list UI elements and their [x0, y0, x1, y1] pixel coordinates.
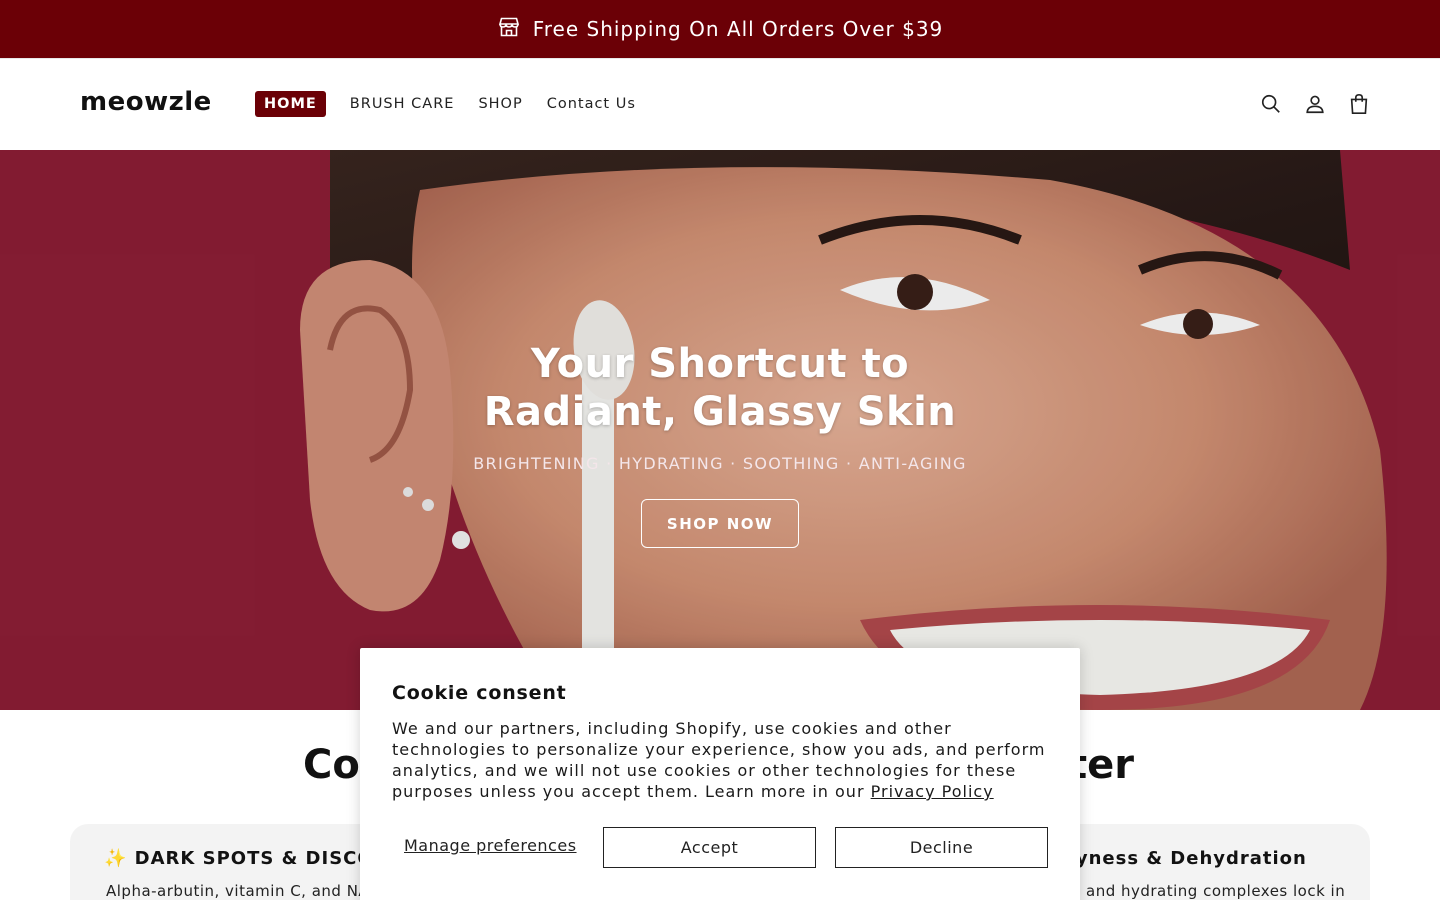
hero-text: Your Shortcut to Radiant, Glassy Skin BR… [0, 340, 1440, 473]
announcement-text: Free Shipping On All Orders Over $39 [532, 17, 944, 41]
account-icon[interactable] [1304, 91, 1326, 117]
decline-button[interactable]: Decline [835, 827, 1048, 868]
card-title-dark-spots: ✨ DARK SPOTS & DISCOLO [104, 848, 402, 869]
cookie-title: Cookie consent [392, 682, 567, 704]
card-title-dryness: ryness & Dehydration [1066, 848, 1307, 869]
cookie-consent-dialog: Cookie consent We and our partners, incl… [360, 648, 1080, 900]
hero-title: Your Shortcut to Radiant, Glassy Skin [0, 340, 1440, 436]
card-text-dryness: and hydrating complexes lock in [1086, 882, 1346, 900]
accept-button[interactable]: Accept [603, 827, 816, 868]
nav-item-brush-care[interactable]: BRUSH CARE [350, 96, 455, 112]
manage-preferences-link[interactable]: Manage preferences [404, 836, 577, 855]
store-icon [497, 15, 521, 44]
section-title-left: Co [303, 742, 360, 788]
hero-title-text: Your Shortcut to Radiant, Glassy Skin [483, 341, 957, 435]
hero-banner: Your Shortcut to Radiant, Glassy Skin BR… [0, 150, 1440, 710]
logo[interactable]: meowzle [80, 87, 212, 117]
shop-now-button[interactable]: SHOP NOW [641, 499, 799, 548]
cookie-text: We and our partners, including Shopify, … [392, 718, 1052, 802]
site-header: meowzle HOME BRUSH CARE SHOP Contact Us [0, 58, 1440, 150]
cart-icon[interactable] [1348, 91, 1370, 117]
nav-item-home[interactable]: HOME [255, 91, 326, 117]
hero-subtitle: BRIGHTENING · HYDRATING · SOOTHING · ANT… [473, 454, 967, 473]
search-icon[interactable] [1260, 91, 1282, 117]
announcement-bar: Free Shipping On All Orders Over $39 [0, 0, 1440, 58]
card-text-dark-spots: Alpha-arbutin, vitamin C, and NA [106, 882, 370, 900]
main-nav: HOME BRUSH CARE SHOP Contact Us [255, 91, 660, 117]
nav-item-shop[interactable]: SHOP [478, 96, 522, 112]
header-icons [1260, 91, 1370, 117]
privacy-policy-link[interactable]: Privacy Policy [871, 782, 994, 801]
nav-item-contact[interactable]: Contact Us [547, 96, 636, 112]
